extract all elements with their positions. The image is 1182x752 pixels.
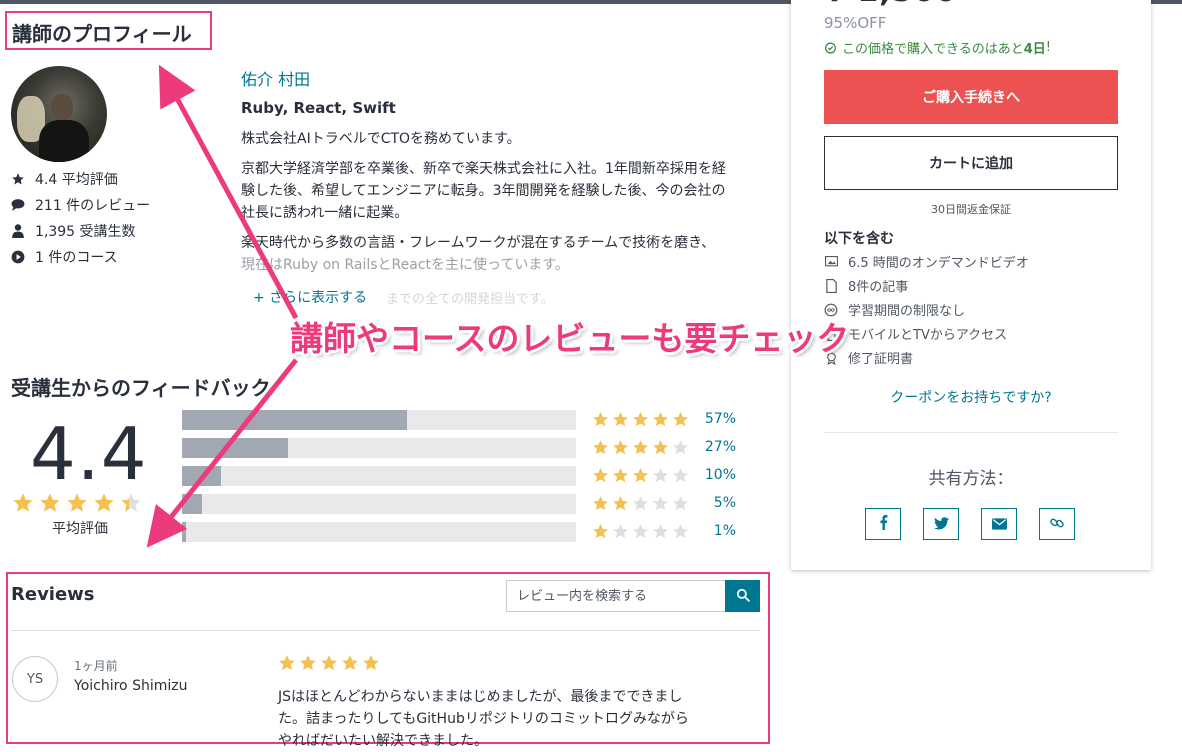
- annotation-callout: 講師やコースのレビューも要チェック: [290, 319, 850, 358]
- arrow-to-reviews: [146, 358, 298, 548]
- annotation-arrows: [146, 64, 299, 548]
- arrow-to-instructor-title: [158, 64, 299, 320]
